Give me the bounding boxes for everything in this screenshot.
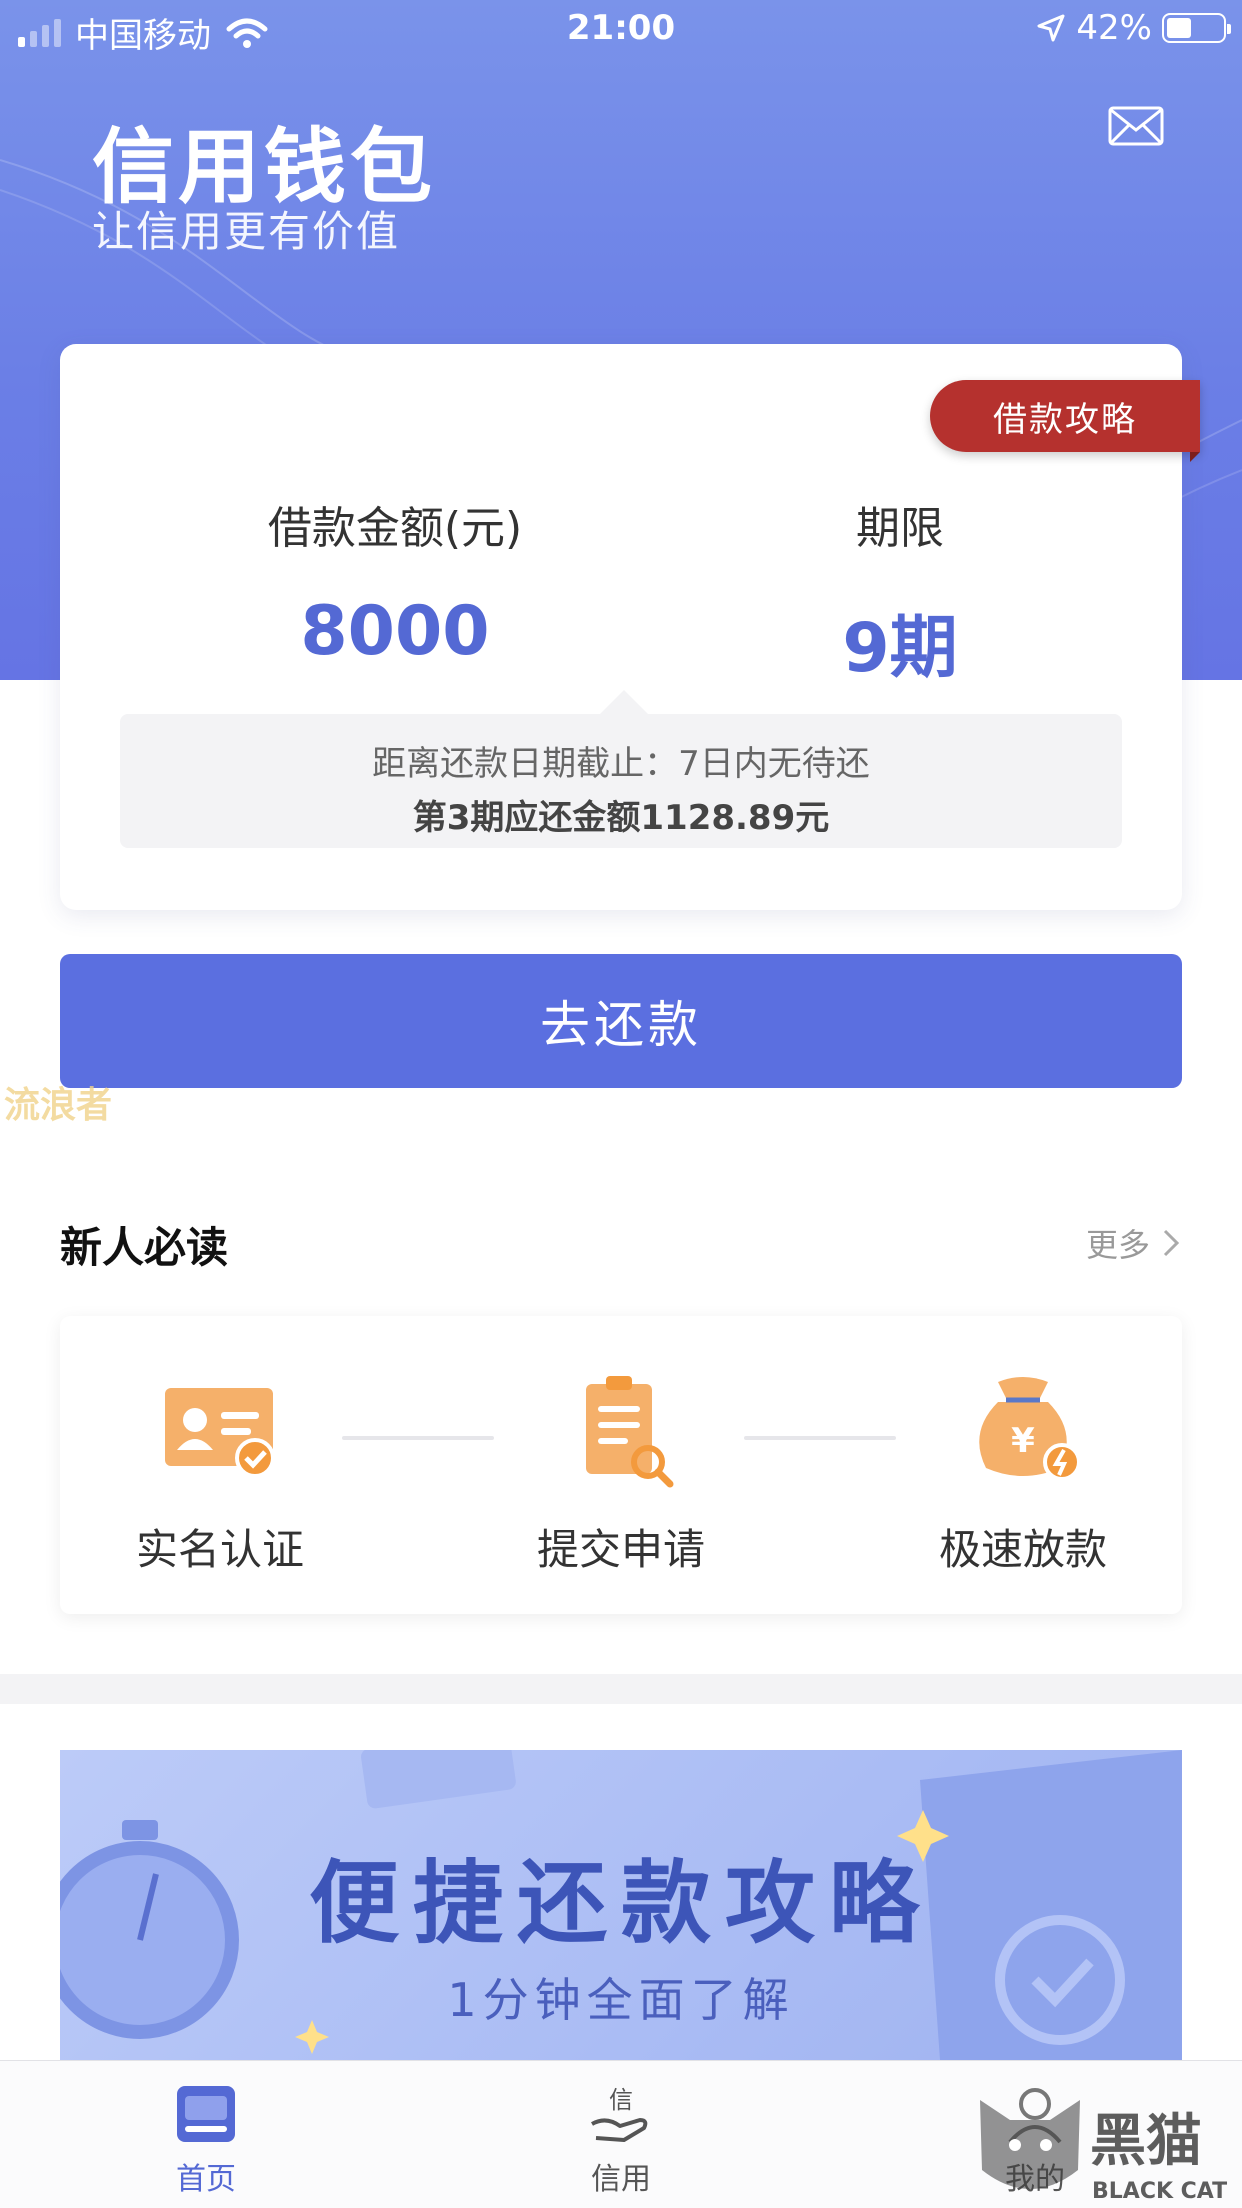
banner-title: 便捷还款攻略 [309,1851,933,1956]
svg-text:¥: ¥ [1011,1421,1035,1461]
step-real-name[interactable]: 实名认证 [90,1372,350,1577]
tab-home[interactable]: 首页 [106,2082,306,2198]
due-info: 距离还款日期截止：7日内无待还 [372,744,870,784]
more-link[interactable]: 更多 [1086,1220,1180,1266]
chevron-right-icon [1163,1229,1180,1257]
black-cat-logo: 黑猫 BLACK CAT [980,2100,1227,2204]
amount-value: 8000 [300,592,490,671]
battery-icon [1162,13,1231,43]
home-card-icon [177,2086,235,2142]
step-label: 提交申请 [536,1525,705,1574]
location-arrow-icon [1037,14,1065,42]
installment-info: 第3期应还金额1128.89元 [412,798,830,838]
banner-subtitle: 1分钟全面了解 [447,1973,795,2027]
status-bar: 中国移动 21:00 42% [0,0,1242,60]
step-submit[interactable]: 提交申请 [491,1372,751,1577]
app-subtitle: 让信用更有价值 [92,207,401,256]
term-value: 9期 [842,609,958,688]
repay-guide-banner[interactable]: 便捷还款攻略 1分钟全面了解 [60,1750,1182,2060]
id-card-icon [165,1388,275,1478]
step-label: 实名认证 [135,1525,304,1574]
logo-text: 黑猫 [1090,2109,1202,2174]
tab-label: 信用 [591,2162,651,2197]
term-label: 期限 [856,503,944,554]
step-fast-loan[interactable]: ¥ 极速放款 [893,1372,1153,1577]
step-connector [342,1436,494,1440]
mail-icon[interactable] [1108,106,1164,146]
section-title: 新人必读 [60,1223,229,1272]
step-label: 极速放款 [938,1525,1107,1574]
more-label: 更多 [1085,1226,1150,1264]
repay-button[interactable]: 去还款 [60,954,1182,1088]
tab-label: 首页 [176,2162,236,2197]
tab-credit[interactable]: 信 信用 [521,2082,721,2198]
section-divider [0,1674,1242,1704]
repayment-info-box: 距离还款日期截止：7日内无待还 第3期应还金额1128.89元 [120,690,1122,848]
clipboard-icon [586,1376,674,1488]
battery-percent: 42% [1076,8,1152,48]
watermark: 流浪者 [4,1085,113,1126]
svg-text:信: 信 [609,2086,633,2114]
loan-guide-tag[interactable]: 借款攻略 [930,380,1200,462]
step-connector [744,1436,896,1440]
money-bag-icon: ¥ [979,1377,1081,1481]
logo-subtext: BLACK CAT [1092,2179,1227,2204]
amount-label: 借款金额(元) [267,503,523,554]
credit-hand-icon: 信 [591,2086,648,2142]
